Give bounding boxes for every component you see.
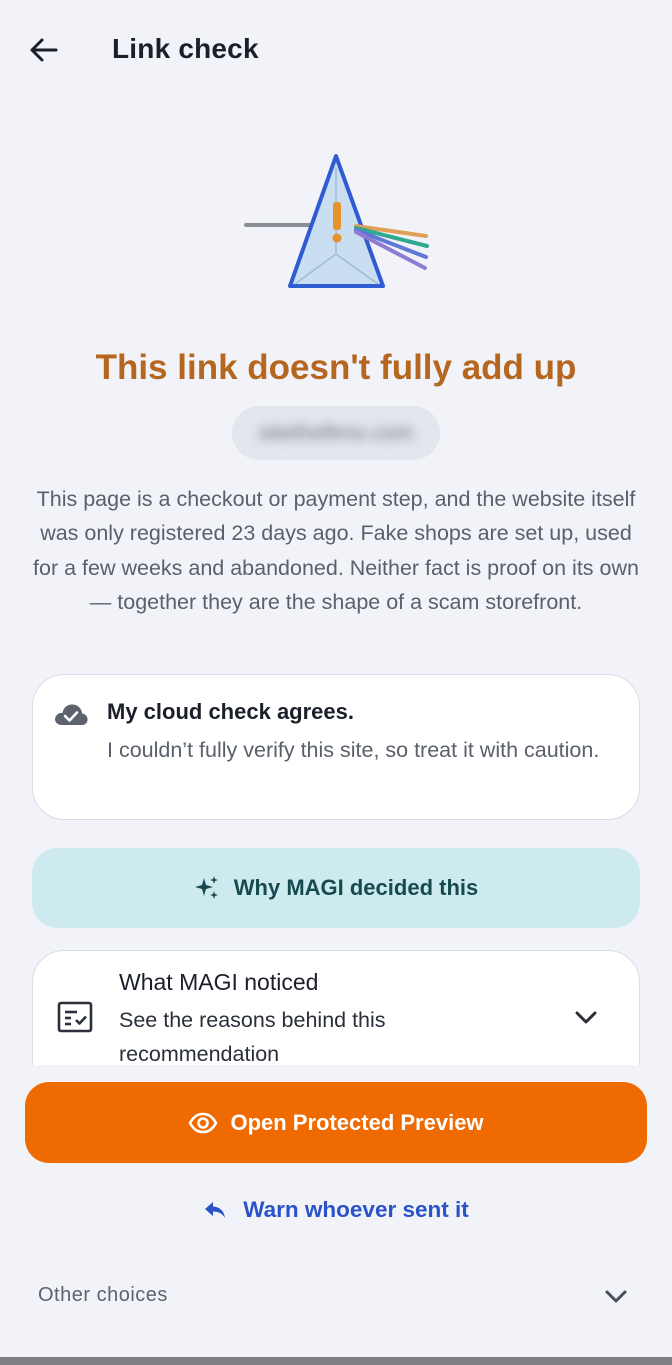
cloud-check-icon [55, 704, 88, 725]
chevron-down-icon [575, 1011, 597, 1024]
eye-icon [189, 1112, 218, 1133]
prism-warning-icon [244, 154, 429, 288]
verdict-description: This page is a checkout or payment step,… [33, 487, 639, 614]
checklist-icon [57, 1001, 93, 1033]
other-choices-row[interactable]: Other choices [0, 1270, 672, 1322]
noticed-subtitle: See the reasons behind this recommendati… [119, 1008, 386, 1065]
open-protected-preview-button[interactable]: Open Protected Preview [25, 1082, 647, 1163]
cloud-check-card: My cloud check agrees. I couldn’t fully … [32, 674, 640, 820]
why-decided-label: Why MAGI decided this [233, 875, 479, 900]
noticed-card-viewport: What MAGI noticed See the reasons behind… [0, 950, 672, 1065]
warn-sender-label: Warn whoever sent it [243, 1197, 469, 1222]
why-decided-button[interactable]: Why MAGI decided this [32, 848, 640, 928]
chevron-down-icon [605, 1290, 627, 1303]
other-choices-label: Other choices [38, 1284, 168, 1306]
open-protected-preview-label: Open Protected Preview [230, 1109, 484, 1135]
back-button[interactable] [22, 28, 66, 72]
verdict-headline: This link doesn't fully add up [95, 348, 577, 387]
cloud-check-body: I couldn’t fully verify this site, so tr… [107, 738, 600, 762]
what-noticed-card[interactable]: What MAGI noticed See the reasons behind… [32, 950, 640, 1065]
url-pill: sitetheftmo.com [232, 406, 440, 460]
url-text: sitetheftmo.com [258, 420, 414, 445]
sparkle-icon [194, 876, 218, 899]
bottom-edge-bar [0, 1357, 672, 1365]
page-title: Link check [112, 33, 259, 64]
app-header: Link check [0, 0, 672, 100]
cloud-check-title: My cloud check agrees. [107, 699, 354, 724]
reply-icon [205, 1202, 226, 1218]
noticed-title: What MAGI noticed [119, 969, 319, 995]
arrow-left-icon [30, 38, 58, 62]
warn-sender-button[interactable]: Warn whoever sent it [0, 1190, 672, 1230]
